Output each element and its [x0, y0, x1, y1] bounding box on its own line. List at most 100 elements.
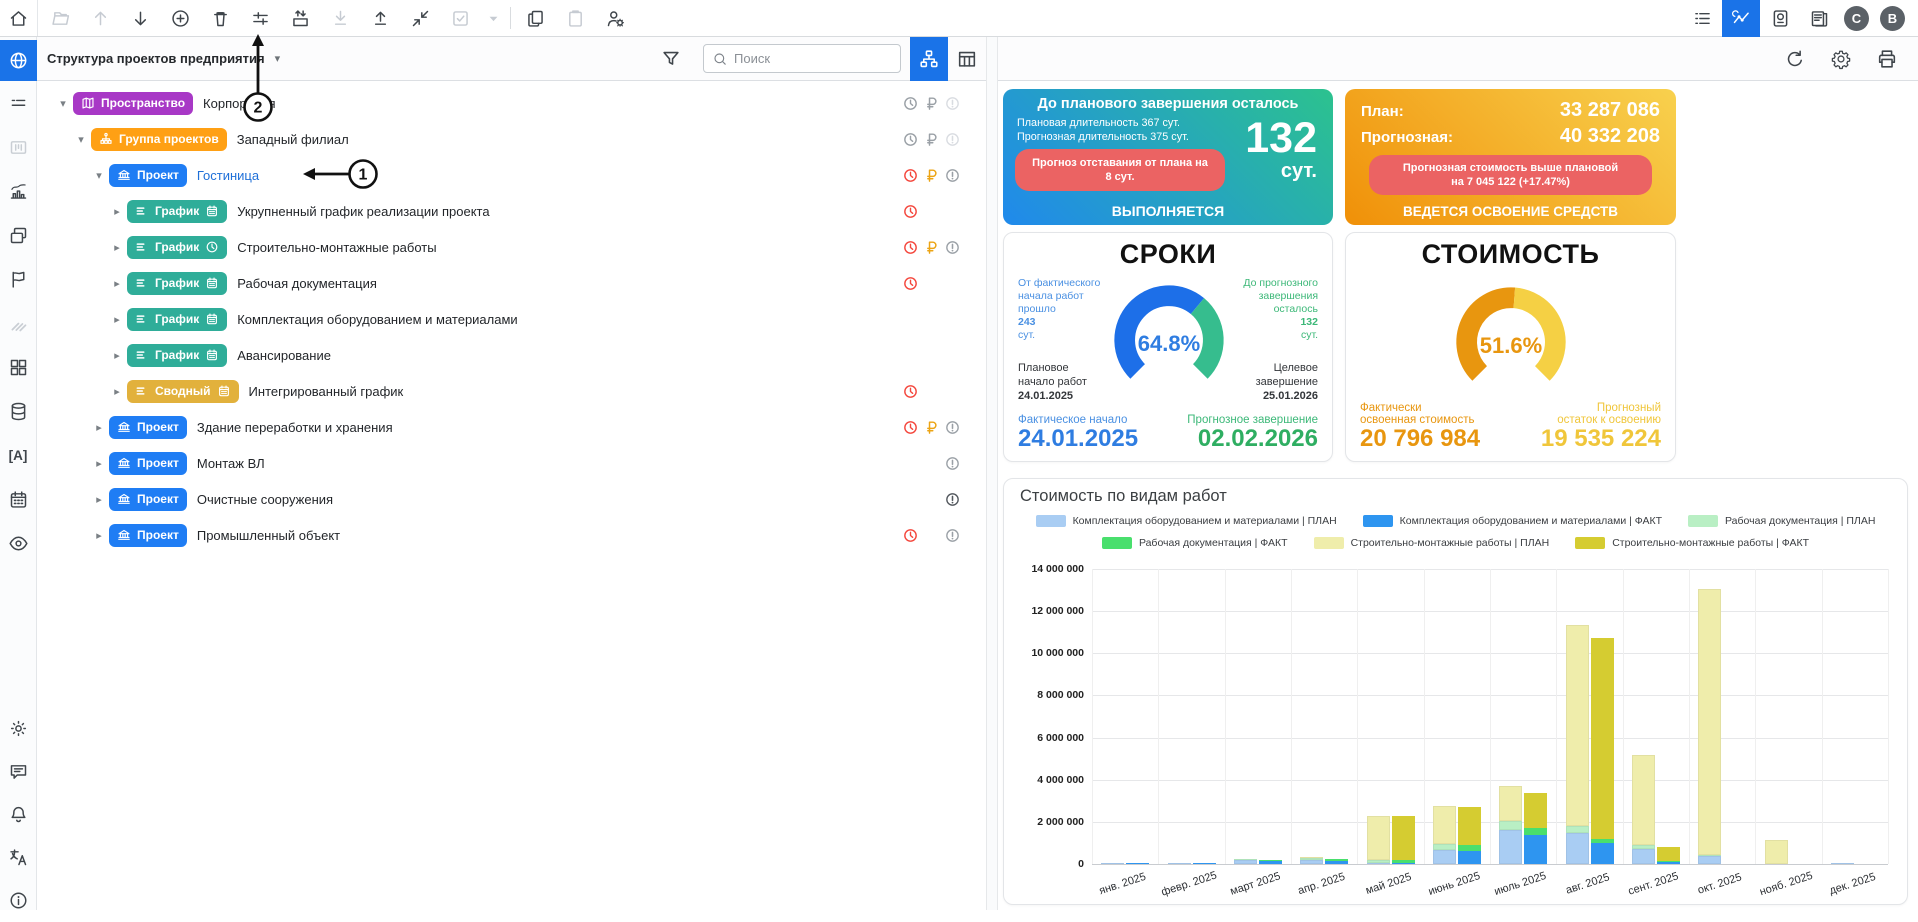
- badge-project[interactable]: Проект: [109, 487, 187, 511]
- sidebar-info-button[interactable]: [0, 879, 37, 922]
- node-name[interactable]: Промышленный объект: [197, 528, 340, 543]
- expander-right-icon[interactable]: ▸: [109, 205, 125, 218]
- badge-project[interactable]: Проект: [109, 451, 187, 475]
- paste-button[interactable]: [555, 0, 595, 36]
- upload-line-button[interactable]: [360, 0, 400, 36]
- box-io-button[interactable]: [280, 0, 320, 36]
- arrow-up-button[interactable]: [80, 0, 120, 36]
- sidebar-hatch-button[interactable]: [0, 301, 37, 345]
- tree-view-toggle[interactable]: [910, 36, 948, 81]
- badge-space[interactable]: Пространство: [73, 91, 194, 115]
- sidebar-bell-button[interactable]: [0, 793, 37, 836]
- sidebar-translate-button[interactable]: [0, 836, 37, 879]
- badge-schedule[interactable]: График: [127, 343, 228, 367]
- arrow-down-button[interactable]: [120, 0, 160, 36]
- printer-button[interactable]: [1874, 46, 1900, 72]
- tree-row[interactable]: ▸ Проект Здание переработки и хранения: [37, 409, 986, 445]
- badge-group[interactable]: Группа проектов: [91, 127, 227, 151]
- sidebar-bracket-a-button[interactable]: [A]: [0, 433, 37, 477]
- sliders-button[interactable]: [240, 0, 280, 36]
- expander-right-icon[interactable]: ▸: [109, 313, 125, 326]
- checkbox-button[interactable]: [440, 0, 480, 36]
- download-line-button[interactable]: [320, 0, 360, 36]
- tree-row[interactable]: ▾ Пространство Корпорация: [37, 85, 986, 121]
- node-name[interactable]: Укрупненный график реализации проекта: [237, 204, 489, 219]
- node-name[interactable]: Здание переработки и хранения: [197, 420, 393, 435]
- plus-circle-button[interactable]: [160, 0, 200, 36]
- sidebar-globe-button[interactable]: [0, 40, 37, 81]
- tree-row[interactable]: ▸ Проект Монтаж ВЛ: [37, 445, 986, 481]
- tree-row[interactable]: ▾ Группа проектов Западный филиал: [37, 121, 986, 157]
- expander-down-icon[interactable]: ▾: [55, 97, 71, 110]
- node-name[interactable]: Строительно-монтажные работы: [237, 240, 436, 255]
- news-button[interactable]: [1800, 0, 1838, 36]
- search-box[interactable]: [703, 44, 901, 73]
- sidebar-calendar-button[interactable]: [0, 477, 37, 521]
- activity-button[interactable]: [1722, 0, 1760, 37]
- node-name[interactable]: Комплектация оборудованием и материалами: [237, 312, 517, 327]
- badge-project[interactable]: Проект: [109, 523, 187, 547]
- sidebar-comment-button[interactable]: [0, 750, 37, 793]
- tree-row[interactable]: ▸ Сводный Интегрированный график: [37, 373, 986, 409]
- home-button[interactable]: [0, 0, 38, 36]
- expander-right-icon[interactable]: ▸: [109, 277, 125, 290]
- collapse-button[interactable]: [400, 0, 440, 36]
- expander-down-icon[interactable]: ▾: [73, 133, 89, 146]
- tree-row[interactable]: ▸ Проект Промышленный объект: [37, 517, 986, 553]
- sidebar-folders-button[interactable]: [0, 213, 37, 257]
- tree-row[interactable]: ▸ График Рабочая документация: [37, 265, 986, 301]
- expander-right-icon[interactable]: ▸: [91, 421, 107, 434]
- expander-right-icon[interactable]: ▸: [91, 529, 107, 542]
- app-b-icon[interactable]: B: [1880, 5, 1905, 31]
- badge-schedule[interactable]: График: [127, 307, 228, 331]
- tree-row[interactable]: ▸ График Авансирование: [37, 337, 986, 373]
- badge-schedule[interactable]: График: [127, 271, 228, 295]
- expander-right-icon[interactable]: ▸: [109, 241, 125, 254]
- sidebar-chart-curve-button[interactable]: [0, 169, 37, 213]
- gear-button[interactable]: [1828, 46, 1854, 72]
- folder-open-button[interactable]: [40, 0, 80, 36]
- filter-button[interactable]: [657, 45, 685, 73]
- node-name[interactable]: Рабочая документация: [237, 276, 377, 291]
- tree-row[interactable]: ▾ Проект Гостиница: [37, 157, 986, 193]
- table-view-toggle[interactable]: [948, 37, 986, 81]
- node-name[interactable]: Западный филиал: [237, 132, 349, 147]
- node-name[interactable]: Гостиница: [197, 168, 259, 183]
- tree-row[interactable]: ▸ Проект Очистные сооружения: [37, 481, 986, 517]
- user-gear-button[interactable]: [595, 0, 635, 36]
- sidebar-eye-button[interactable]: [0, 521, 37, 565]
- node-name[interactable]: Интегрированный график: [249, 384, 404, 399]
- badge-project[interactable]: Проект: [109, 163, 187, 187]
- node-name[interactable]: Монтаж ВЛ: [197, 456, 265, 471]
- node-name[interactable]: Авансирование: [237, 348, 331, 363]
- badge-schedule[interactable]: График: [127, 235, 228, 259]
- search-input[interactable]: [734, 51, 892, 66]
- passport-button[interactable]: [1761, 0, 1799, 36]
- sidebar-flag-button[interactable]: [0, 257, 37, 301]
- badge-project[interactable]: Проект: [109, 415, 187, 439]
- badge-summary[interactable]: Сводный: [127, 379, 239, 403]
- app-c-icon[interactable]: C: [1844, 5, 1869, 31]
- list-button[interactable]: [1683, 0, 1721, 36]
- expander-right-icon[interactable]: ▸: [91, 457, 107, 470]
- caret-down-button[interactable]: [480, 0, 506, 36]
- tree-row[interactable]: ▸ График Строительно-монтажные работы: [37, 229, 986, 265]
- panel-splitter[interactable]: [986, 37, 998, 910]
- tree-title-caret-icon[interactable]: ▾: [275, 52, 281, 65]
- badge-schedule[interactable]: График: [127, 199, 228, 223]
- copy-button[interactable]: [515, 0, 555, 36]
- expander-right-icon[interactable]: ▸: [109, 385, 125, 398]
- sidebar-sun-button[interactable]: [0, 707, 37, 750]
- trash-button[interactable]: [200, 0, 240, 36]
- refresh-button[interactable]: [1782, 46, 1808, 72]
- expander-right-icon[interactable]: ▸: [109, 349, 125, 362]
- expander-right-icon[interactable]: ▸: [91, 493, 107, 506]
- tree-row[interactable]: ▸ График Укрупненный график реализации про…: [37, 193, 986, 229]
- expander-down-icon[interactable]: ▾: [91, 169, 107, 182]
- sidebar-kanban-button[interactable]: [0, 125, 37, 169]
- node-name[interactable]: Очистные сооружения: [197, 492, 333, 507]
- node-name[interactable]: Корпорация: [203, 96, 276, 111]
- sidebar-grid-button[interactable]: [0, 345, 37, 389]
- sidebar-gantt-button[interactable]: [0, 81, 37, 125]
- sidebar-database-button[interactable]: [0, 389, 37, 433]
